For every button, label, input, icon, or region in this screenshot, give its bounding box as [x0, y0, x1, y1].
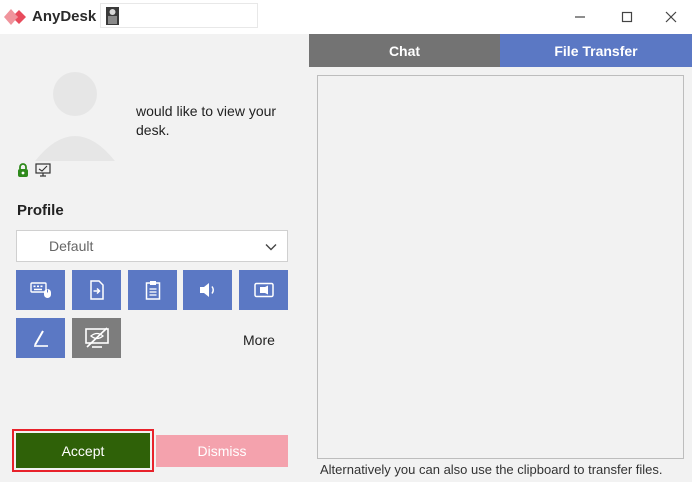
profile-dropdown[interactable]: Default	[16, 230, 288, 262]
permission-recording-button[interactable]	[239, 270, 288, 310]
close-icon	[665, 11, 677, 23]
maximize-icon	[621, 11, 633, 23]
minimize-button[interactable]	[565, 5, 595, 29]
minimize-icon	[575, 16, 585, 18]
chevron-down-icon	[265, 244, 277, 251]
permission-privacy-screen-button[interactable]	[72, 318, 121, 358]
maximize-button[interactable]	[612, 5, 642, 29]
title-bar: AnyDesk	[0, 0, 692, 34]
clipboard-icon	[145, 281, 160, 300]
dismiss-button[interactable]: Dismiss	[156, 435, 288, 467]
file-transfer-icon	[89, 280, 104, 300]
request-message: would like to view your desk.	[136, 103, 277, 138]
profile-selected-value: Default	[49, 238, 94, 254]
remote-avatar-icon	[106, 7, 119, 25]
session-tabs-panel: Chat File Transfer Alternatively you can…	[308, 34, 692, 482]
user-avatar-icon	[35, 72, 115, 161]
more-permissions-link[interactable]: More	[243, 332, 275, 348]
permission-sound-button[interactable]	[183, 270, 232, 310]
permission-clipboard-button[interactable]	[128, 270, 177, 310]
profile-label: Profile	[17, 202, 64, 219]
close-button[interactable]	[656, 5, 686, 29]
anydesk-logo-icon	[4, 9, 26, 25]
privacy-screen-icon	[84, 327, 109, 348]
permission-file-transfer-button[interactable]	[72, 270, 121, 310]
remote-id-box[interactable]	[100, 3, 258, 28]
monitor-icon	[35, 163, 51, 177]
tab-chat[interactable]: Chat	[309, 34, 500, 67]
draw-icon	[33, 330, 48, 347]
sound-icon	[199, 283, 214, 297]
connection-status	[17, 163, 51, 177]
accept-button[interactable]: Accept	[16, 433, 150, 468]
file-drop-area[interactable]	[317, 75, 684, 459]
file-transfer-hint: Alternatively you can also use the clipb…	[320, 462, 663, 477]
lock-icon	[18, 163, 28, 177]
permission-keyboard-mouse-button[interactable]	[16, 270, 65, 310]
incoming-request-panel: would like to view your desk. Profile De…	[0, 34, 308, 482]
permission-draw-button[interactable]	[16, 318, 65, 358]
app-title: AnyDesk	[32, 8, 97, 25]
recording-icon	[253, 282, 274, 298]
keyboard-mouse-icon	[29, 282, 51, 298]
tab-file-transfer[interactable]: File Transfer	[500, 34, 692, 67]
